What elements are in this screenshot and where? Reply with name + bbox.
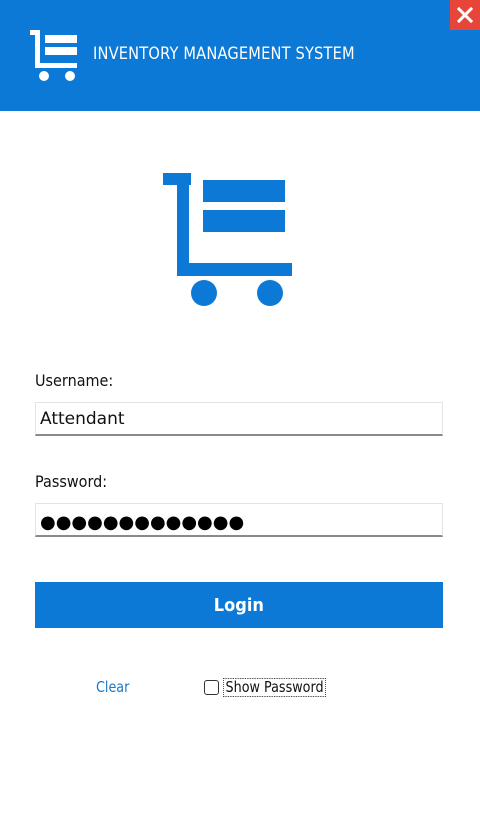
show-password-toggle[interactable]: Show Password bbox=[204, 678, 344, 697]
shopping-cart-list-icon bbox=[30, 30, 77, 81]
shopping-cart-list-icon bbox=[163, 173, 292, 306]
login-button[interactable]: Login bbox=[35, 582, 443, 628]
close-button[interactable] bbox=[450, 0, 480, 30]
close-icon bbox=[457, 7, 473, 23]
password-label: Password: bbox=[35, 472, 108, 491]
show-password-label[interactable]: Show Password bbox=[223, 678, 327, 697]
clear-link[interactable]: Clear bbox=[96, 678, 129, 696]
password-field[interactable] bbox=[35, 503, 443, 537]
show-password-checkbox[interactable] bbox=[204, 680, 219, 695]
login-button-label: Login bbox=[213, 594, 265, 616]
app-title: INVENTORY MANAGEMENT SYSTEM bbox=[93, 44, 355, 64]
title-bar: INVENTORY MANAGEMENT SYSTEM bbox=[0, 0, 480, 111]
username-field[interactable] bbox=[35, 402, 443, 436]
username-label: Username: bbox=[35, 371, 114, 390]
